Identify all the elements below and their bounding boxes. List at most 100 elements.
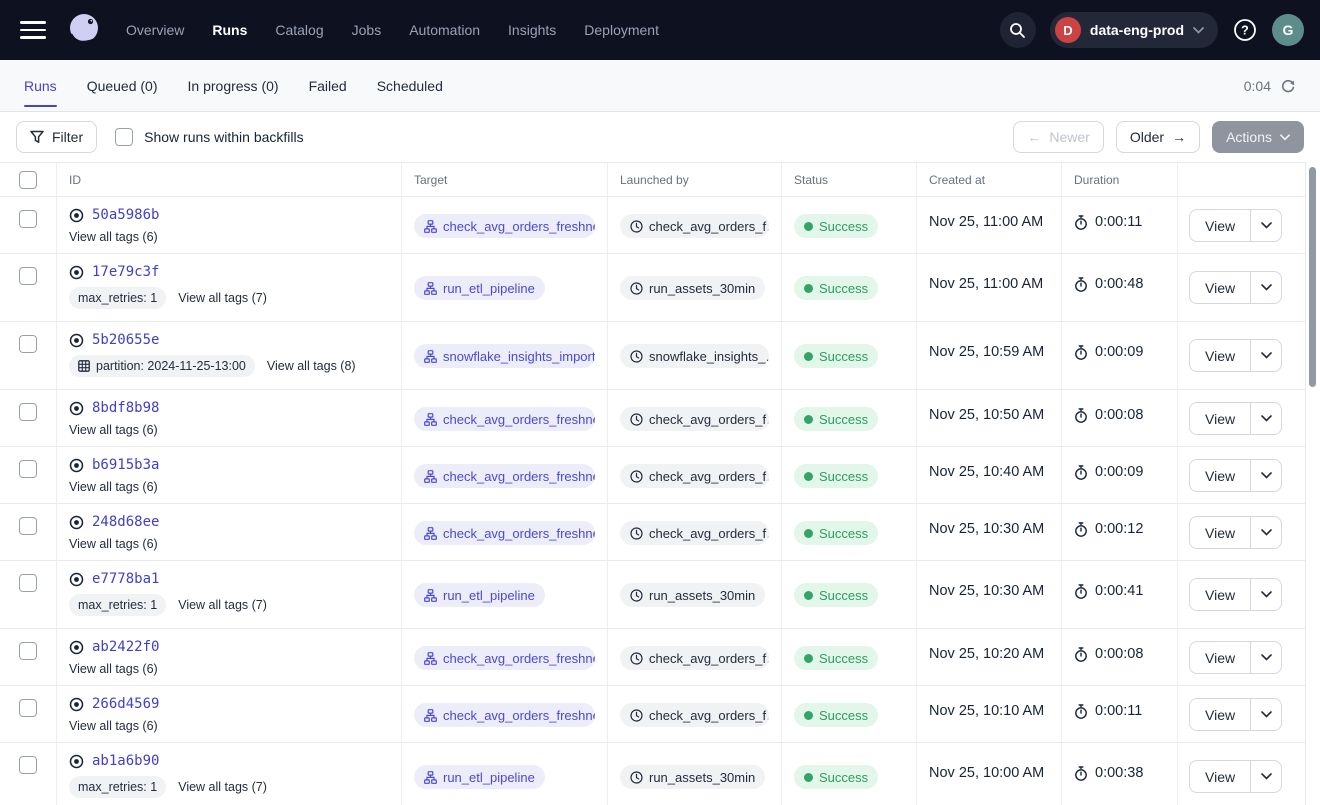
launched-by-pill[interactable]: snowflake_insights_… — [620, 344, 769, 368]
view-dropdown-button[interactable] — [1251, 761, 1281, 792]
view-button[interactable]: View — [1190, 761, 1251, 792]
launched-by-pill[interactable]: check_avg_orders_f… — [620, 703, 769, 727]
row-checkbox[interactable] — [19, 267, 37, 285]
user-avatar[interactable]: G — [1272, 14, 1304, 46]
hamburger-menu-icon[interactable] — [20, 21, 46, 39]
launched-by-pill[interactable]: run_assets_30min — [620, 765, 765, 789]
view-all-tags-link[interactable]: View all tags (6) — [69, 537, 158, 551]
view-all-tags-link[interactable]: View all tags (6) — [69, 719, 158, 733]
view-dropdown-button[interactable] — [1251, 699, 1281, 730]
nav-item-jobs[interactable]: Jobs — [352, 22, 382, 38]
view-all-tags-link[interactable]: View all tags (6) — [69, 480, 158, 494]
nav-item-automation[interactable]: Automation — [409, 22, 480, 38]
view-button[interactable]: View — [1190, 642, 1251, 673]
run-id-link[interactable]: ab1a6b90 — [92, 753, 159, 769]
nav-item-deployment[interactable]: Deployment — [584, 22, 659, 38]
target-pill[interactable]: check_avg_orders_freshne — [414, 407, 595, 431]
refresh-icon[interactable] — [1280, 78, 1296, 94]
view-dropdown-button[interactable] — [1251, 272, 1281, 303]
view-dropdown-button[interactable] — [1251, 579, 1281, 610]
launched-by-pill[interactable]: check_avg_orders_f… — [620, 521, 769, 545]
actions-button[interactable]: Actions — [1212, 121, 1304, 153]
nav-item-overview[interactable]: Overview — [126, 22, 184, 38]
tab-in-progress-0[interactable]: In progress (0) — [188, 60, 279, 111]
nav-item-insights[interactable]: Insights — [508, 22, 556, 38]
run-tag-pill[interactable]: max_retries: 1 — [69, 594, 166, 616]
view-dropdown-button[interactable] — [1251, 403, 1281, 434]
run-id-link[interactable]: 5b20655e — [92, 332, 159, 348]
view-button[interactable]: View — [1190, 517, 1251, 548]
view-button[interactable]: View — [1190, 340, 1251, 371]
help-icon[interactable]: ? — [1232, 17, 1258, 43]
view-all-tags-link[interactable]: View all tags (7) — [178, 598, 267, 612]
view-all-tags-link[interactable]: View all tags (6) — [69, 230, 158, 244]
target-pill[interactable]: run_etl_pipeline — [414, 765, 545, 789]
row-checkbox[interactable] — [19, 574, 37, 592]
launched-by-pill[interactable]: check_avg_orders_f… — [620, 464, 769, 488]
view-all-tags-link[interactable]: View all tags (6) — [69, 662, 158, 676]
launched-by-pill[interactable]: check_avg_orders_f… — [620, 214, 769, 238]
launched-by-pill[interactable]: check_avg_orders_f… — [620, 646, 769, 670]
row-checkbox[interactable] — [19, 642, 37, 660]
view-all-tags-link[interactable]: View all tags (8) — [267, 359, 356, 373]
status-badge: Success — [794, 765, 878, 789]
target-pill[interactable]: check_avg_orders_freshne — [414, 646, 595, 670]
view-dropdown-button[interactable] — [1251, 517, 1281, 548]
view-button[interactable]: View — [1190, 210, 1251, 241]
nav-item-runs[interactable]: Runs — [212, 22, 247, 38]
row-checkbox[interactable] — [19, 460, 37, 478]
view-dropdown-button[interactable] — [1251, 642, 1281, 673]
target-pill[interactable]: snowflake_insights_import — [414, 344, 595, 368]
vertical-scrollbar[interactable] — [1309, 167, 1316, 387]
run-id-link[interactable]: e7778ba1 — [92, 571, 159, 587]
tab-runs[interactable]: Runs — [24, 60, 57, 111]
view-all-tags-link[interactable]: View all tags (6) — [69, 423, 158, 437]
filter-button[interactable]: Filter — [16, 121, 97, 153]
view-button[interactable]: View — [1190, 579, 1251, 610]
select-all-checkbox[interactable] — [19, 171, 37, 189]
run-tag-pill[interactable]: partition: 2024-11-25-13:00 — [69, 355, 255, 377]
target-pill[interactable]: check_avg_orders_freshne — [414, 214, 595, 238]
view-button[interactable]: View — [1190, 699, 1251, 730]
run-id-link[interactable]: 248d68ee — [92, 514, 159, 530]
view-dropdown-button[interactable] — [1251, 210, 1281, 241]
row-checkbox[interactable] — [19, 517, 37, 535]
run-tag-pill[interactable]: max_retries: 1 — [69, 287, 166, 309]
tab-scheduled[interactable]: Scheduled — [377, 60, 443, 111]
run-id-link[interactable]: b6915b3a — [92, 457, 159, 473]
target-pill[interactable]: run_etl_pipeline — [414, 583, 545, 607]
deployment-switcher[interactable]: D data-eng-prod — [1050, 12, 1218, 48]
launched-by-pill[interactable]: run_assets_30min — [620, 276, 765, 300]
view-all-tags-link[interactable]: View all tags (7) — [178, 780, 267, 794]
run-id-link[interactable]: 8bdf8b98 — [92, 400, 159, 416]
tab-queued-0[interactable]: Queued (0) — [87, 60, 158, 111]
run-id-link[interactable]: ab2422f0 — [92, 639, 159, 655]
target-pill[interactable]: check_avg_orders_freshne — [414, 703, 595, 727]
run-id-link[interactable]: 17e79c3f — [92, 264, 159, 280]
run-id-link[interactable]: 50a5986b — [92, 207, 159, 223]
view-dropdown-button[interactable] — [1251, 340, 1281, 371]
older-button[interactable]: Older → — [1116, 121, 1200, 153]
run-id-link[interactable]: 266d4569 — [92, 696, 159, 712]
target-pill[interactable]: run_etl_pipeline — [414, 276, 545, 300]
backfills-checkbox[interactable] — [115, 128, 133, 146]
target-pill[interactable]: check_avg_orders_freshne — [414, 464, 595, 488]
newer-button[interactable]: ← Newer — [1013, 121, 1103, 153]
launched-by-pill[interactable]: check_avg_orders_f… — [620, 407, 769, 431]
row-checkbox[interactable] — [19, 210, 37, 228]
view-button[interactable]: View — [1190, 403, 1251, 434]
search-icon[interactable] — [1000, 12, 1036, 48]
launched-by-pill[interactable]: run_assets_30min — [620, 583, 765, 607]
nav-item-catalog[interactable]: Catalog — [275, 22, 323, 38]
row-checkbox[interactable] — [19, 699, 37, 717]
row-checkbox[interactable] — [19, 335, 37, 353]
view-dropdown-button[interactable] — [1251, 460, 1281, 491]
run-tag-pill[interactable]: max_retries: 1 — [69, 776, 166, 798]
row-checkbox[interactable] — [19, 756, 37, 774]
row-checkbox[interactable] — [19, 403, 37, 421]
view-button[interactable]: View — [1190, 460, 1251, 491]
view-all-tags-link[interactable]: View all tags (7) — [178, 291, 267, 305]
view-button[interactable]: View — [1190, 272, 1251, 303]
tab-failed[interactable]: Failed — [309, 60, 347, 111]
target-pill[interactable]: check_avg_orders_freshne — [414, 521, 595, 545]
